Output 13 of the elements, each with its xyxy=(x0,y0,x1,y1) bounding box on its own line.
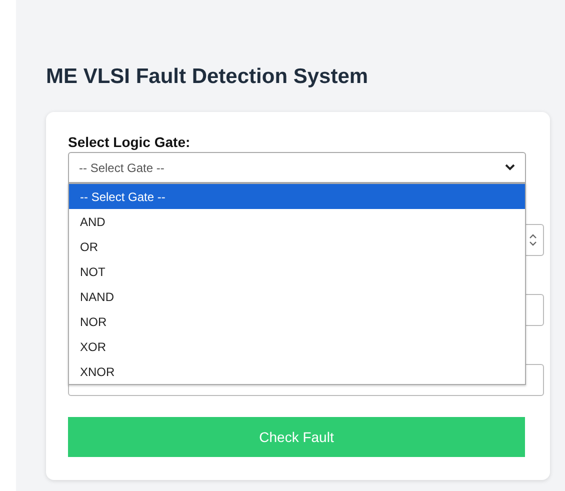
spinner-icon xyxy=(529,233,537,247)
chevron-down-icon xyxy=(505,164,515,171)
page-title: ME VLSI Fault Detection System xyxy=(46,64,370,90)
dropdown-option[interactable]: XNOR xyxy=(69,359,525,384)
dropdown-option[interactable]: AND xyxy=(69,209,525,234)
dropdown-option[interactable]: NAND xyxy=(69,284,525,309)
gate-select[interactable]: -- Select Gate -- xyxy=(68,152,526,183)
dropdown-option[interactable]: -- Select Gate -- xyxy=(69,184,525,209)
dropdown-option[interactable]: NOT xyxy=(69,259,525,284)
dropdown-option[interactable]: XOR xyxy=(69,334,525,359)
field-label: Select Logic Gate: xyxy=(68,133,192,152)
dropdown-option[interactable]: NOR xyxy=(69,309,525,334)
dropdown-option[interactable]: OR xyxy=(69,234,525,259)
